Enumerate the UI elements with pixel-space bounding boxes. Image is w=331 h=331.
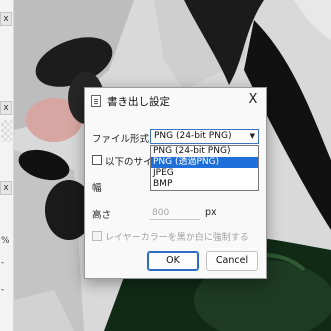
format-dropdown-list: PNG (24-bit PNG) PNG (透過PNG) JPEG BMP (150, 145, 259, 191)
format-option-png-transparent[interactable]: PNG (透過PNG) (151, 157, 258, 168)
format-option-jpeg[interactable]: JPEG (151, 168, 258, 179)
minus-mark: - (1, 258, 5, 268)
chevron-down-icon: ▼ (249, 132, 255, 140)
export-settings-dialog: 書き出し設定 X ファイル形式 PNG (24-bit PNG) ▼ PNG (… (84, 87, 267, 279)
panel-close-button[interactable]: x (0, 12, 12, 26)
height-input[interactable]: 800 (150, 206, 200, 220)
height-label: 高さ (92, 210, 112, 221)
dialog-titlebar[interactable]: 書き出し設定 X (85, 88, 266, 114)
close-icon: x (3, 183, 9, 193)
size-limit-checkbox[interactable] (92, 155, 102, 165)
format-label: ファイル形式 (92, 134, 150, 145)
cancel-button[interactable]: Cancel (206, 251, 258, 271)
dialog-close-button[interactable]: X (244, 91, 262, 109)
width-label: 幅 (92, 183, 102, 194)
format-selected-value: PNG (24-bit PNG) (154, 131, 232, 141)
percent-mark: % (1, 236, 10, 246)
close-icon: x (3, 103, 9, 113)
document-icon (91, 95, 101, 107)
left-panel-strip: x x x % - - (0, 0, 14, 331)
format-select[interactable]: PNG (24-bit PNG) ▼ (150, 129, 259, 144)
force-bw-checkbox[interactable] (92, 231, 102, 241)
panel-close-button[interactable]: x (0, 181, 12, 195)
dialog-title: 書き出し設定 (107, 96, 170, 108)
format-option-png24[interactable]: PNG (24-bit PNG) (151, 146, 258, 157)
minus-mark: - (1, 285, 5, 295)
ok-button[interactable]: OK (147, 251, 199, 271)
close-icon: X (248, 92, 258, 107)
transparency-swatch (1, 120, 12, 142)
close-icon: x (3, 14, 9, 24)
format-option-bmp[interactable]: BMP (151, 179, 258, 190)
panel-close-button[interactable]: x (0, 101, 12, 115)
height-unit: px (205, 207, 217, 218)
force-bw-label: レイヤーカラーを黒か白に強制する (105, 233, 249, 243)
